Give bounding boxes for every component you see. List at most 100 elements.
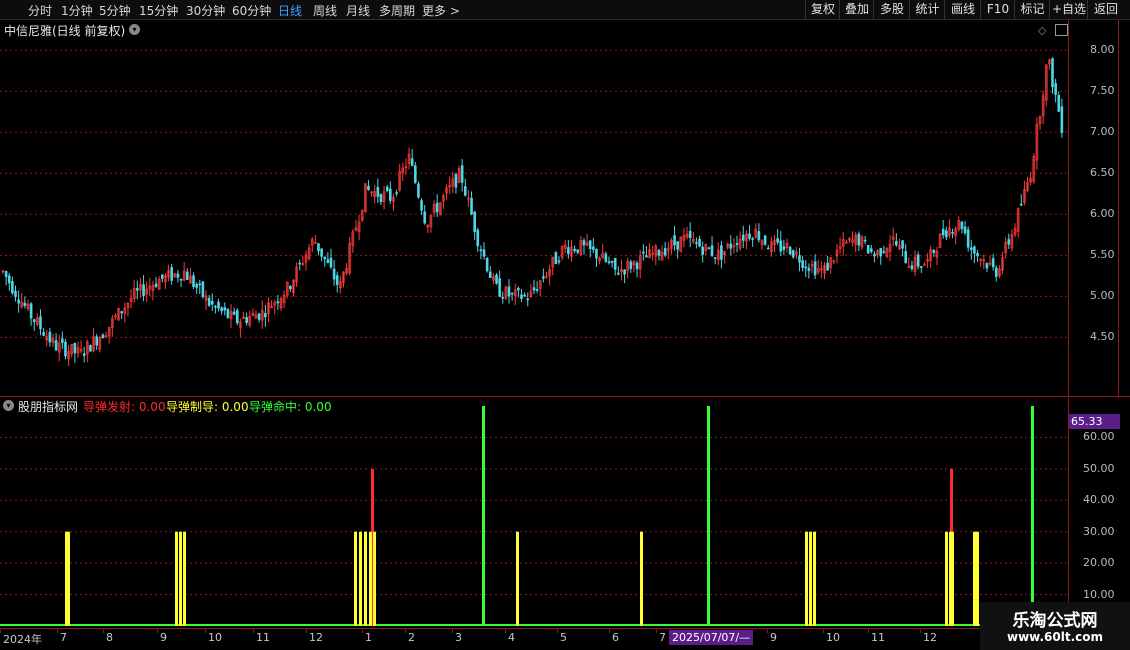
- toolbar-button-4[interactable]: 画线: [944, 0, 981, 19]
- candle-body: [1007, 239, 1011, 245]
- candle-body: [423, 211, 426, 224]
- indicator-bar: [973, 531, 976, 626]
- candle-body: [120, 311, 123, 314]
- candle-body: [576, 249, 580, 253]
- indicator-bar: [359, 531, 362, 626]
- x-axis-tick: [205, 629, 206, 633]
- candle-body: [920, 266, 923, 268]
- candle-body: [7, 275, 11, 284]
- watermark: 乐淘公式网 www.60lt.com: [980, 602, 1130, 650]
- candle-body: [470, 197, 473, 215]
- indicator-bar: [175, 531, 178, 626]
- candle-body: [482, 249, 486, 257]
- candle-body: [210, 300, 214, 305]
- candle-body: [863, 239, 867, 242]
- toolbar-button-5[interactable]: F10: [980, 0, 1015, 19]
- period-tab-8[interactable]: 月线: [346, 2, 370, 19]
- candle-body: [960, 221, 964, 229]
- x-axis-tick: [57, 629, 58, 633]
- candle-body: [185, 271, 189, 280]
- indicator-bar: [373, 531, 376, 626]
- x-axis-tick: [823, 629, 824, 633]
- x-axis-label: 11: [871, 631, 885, 644]
- candle-body: [595, 248, 598, 259]
- candle-body: [1057, 95, 1061, 112]
- x-axis-tick: [0, 629, 1, 633]
- candle-body: [782, 246, 786, 250]
- x-axis-tick: [157, 629, 158, 633]
- candle-body: [542, 276, 545, 279]
- period-tab-4[interactable]: 30分钟: [186, 2, 225, 19]
- candle-body: [523, 294, 526, 297]
- x-axis-line: [0, 628, 1068, 629]
- price-tick-label: 8.00: [1090, 43, 1115, 57]
- candle-body: [870, 248, 873, 252]
- candle-body: [289, 286, 292, 290]
- candle-body: [235, 310, 239, 324]
- toolbar-button-2[interactable]: 多股: [873, 0, 910, 19]
- period-tab-1[interactable]: 1分钟: [61, 2, 93, 19]
- candle-body: [510, 292, 514, 295]
- side-info-strip[interactable]: [1118, 20, 1130, 398]
- x-axis-tick: [253, 629, 254, 633]
- period-tab-7[interactable]: 周线: [313, 2, 337, 19]
- candle-body: [526, 298, 530, 301]
- period-tab-0[interactable]: 分时: [28, 2, 52, 19]
- indicator-tick-label: 20.00: [1083, 556, 1115, 570]
- candle-body: [610, 261, 614, 263]
- candle-body: [973, 246, 976, 254]
- watermark-url: www.60lt.com: [1006, 630, 1104, 644]
- x-axis-tick: [609, 629, 610, 633]
- x-axis-tick: [656, 629, 657, 633]
- price-axis-line: [1068, 20, 1069, 396]
- candle-body: [688, 230, 692, 239]
- toolbar-button-3[interactable]: 统计: [909, 0, 945, 19]
- x-axis-label: 12: [309, 631, 323, 644]
- toolbar-button-8[interactable]: 返回: [1087, 0, 1124, 19]
- candle-body: [154, 283, 158, 287]
- candle-body: [220, 307, 223, 312]
- candle-body: [417, 183, 420, 198]
- period-tab-9[interactable]: 多周期: [379, 2, 415, 19]
- toolbar-button-6[interactable]: 标记: [1014, 0, 1050, 19]
- candle-body: [82, 353, 86, 356]
- candle-body: [629, 261, 633, 269]
- x-axis-label: 6: [612, 631, 619, 644]
- candle-body: [507, 286, 511, 297]
- candle-body: [916, 254, 920, 267]
- indicator-bar: [976, 531, 979, 626]
- candle-body: [932, 249, 936, 253]
- candle-body: [663, 248, 667, 256]
- candle-body: [410, 158, 414, 166]
- candle-body: [495, 274, 498, 284]
- period-tab-2[interactable]: 5分钟: [99, 2, 131, 19]
- candle-body: [895, 240, 898, 246]
- toolbar-button-1[interactable]: 叠加: [839, 0, 874, 19]
- x-axis-label: 7: [60, 631, 67, 644]
- x-axis-tick: [103, 629, 104, 633]
- toolbar-button-7[interactable]: +自选: [1049, 0, 1088, 19]
- price-candlestick-chart[interactable]: [0, 20, 1068, 396]
- candle-body: [136, 288, 139, 291]
- candle-body: [607, 261, 611, 264]
- candle-body: [326, 259, 330, 263]
- indicator-bar-chart[interactable]: [0, 398, 1068, 630]
- period-tab-5[interactable]: 60分钟: [232, 2, 271, 19]
- candle-body: [414, 165, 417, 183]
- candle-body: [367, 185, 370, 190]
- candle-body: [857, 233, 861, 246]
- period-tab-10[interactable]: 更多 >: [422, 2, 460, 19]
- x-axis-label: 10: [826, 631, 840, 644]
- indicator-bar: [707, 406, 710, 626]
- period-tab-6[interactable]: 日线: [278, 2, 302, 19]
- x-axis-tick: [868, 629, 869, 633]
- x-axis-tick: [362, 629, 363, 633]
- candle-body: [657, 249, 661, 256]
- x-axis-tick: [306, 629, 307, 633]
- toolbar-button-0[interactable]: 复权: [805, 0, 840, 19]
- period-tab-3[interactable]: 15分钟: [139, 2, 178, 19]
- candle-body: [804, 266, 808, 269]
- candle-body: [791, 250, 795, 258]
- cursor-date-label: 2025/07/07/—: [669, 630, 754, 645]
- x-axis-tick: [405, 629, 406, 633]
